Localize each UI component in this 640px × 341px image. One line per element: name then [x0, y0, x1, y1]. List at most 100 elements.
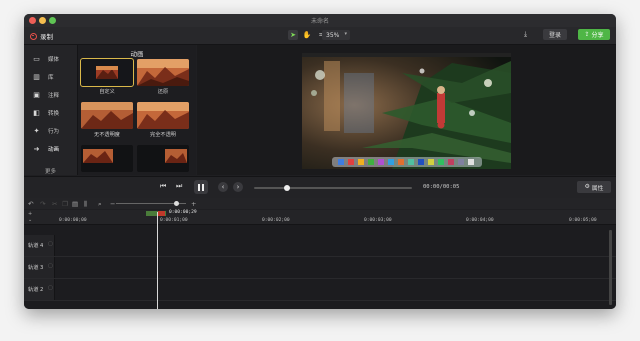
- ruler-tick: 0:00:01;00: [160, 218, 188, 223]
- zoom-in-icon[interactable]: +: [191, 200, 196, 208]
- sidebar-item-animations[interactable]: ➜ 动画: [24, 141, 77, 157]
- thumb-label: 完全不透明: [150, 132, 176, 138]
- paste-icon[interactable]: ▤: [72, 200, 78, 208]
- copy-icon[interactable]: ❐: [62, 200, 68, 208]
- toolbar: 录制 ➤ ✋ ⌗ 35% ▾ ⤓ 登录 ⇪ 分享: [24, 27, 616, 45]
- track-name: 轨道 4: [28, 243, 44, 249]
- pause-button[interactable]: [194, 180, 208, 194]
- zoom-select[interactable]: 35% ▾: [322, 30, 350, 40]
- canvas-tools: ➤ ✋ ⌗: [288, 30, 326, 40]
- annotation-icon: ▣: [33, 90, 40, 99]
- thumb-label: 自定义: [99, 89, 115, 95]
- track-row[interactable]: 轨道 4 ▢: [24, 235, 616, 257]
- canvas-area: [197, 45, 616, 175]
- zoom-search-icon[interactable]: ⌕: [98, 200, 102, 209]
- selection-range-end[interactable]: [158, 211, 165, 216]
- lock-icon[interactable]: ▢: [48, 285, 53, 291]
- next-frame-button[interactable]: ›: [233, 182, 243, 192]
- share-icon: ⇪: [584, 31, 590, 38]
- track-name: 轨道 3: [28, 265, 44, 271]
- download-icon[interactable]: ⤓: [524, 30, 527, 39]
- login-button[interactable]: 登录: [543, 29, 567, 40]
- prev-frame-button[interactable]: ‹: [218, 182, 228, 192]
- mountain-thumbnail: [81, 59, 133, 86]
- transition-icon: ◧: [33, 108, 40, 117]
- behavior-icon: ✦: [33, 126, 40, 135]
- timeline-tracks: 轨道 4 ▢ 轨道 3 ▢ 轨道 2 ▢: [24, 225, 616, 309]
- sidebar-item-behaviors[interactable]: ✦ 行为: [24, 123, 77, 139]
- track-row[interactable]: 轨道 2 ▢: [24, 279, 616, 301]
- sidebar-item-label: 注释: [48, 93, 60, 99]
- ruler-tick: 0:00:03;00: [364, 218, 392, 223]
- timeline-ruler[interactable]: + ⌄ 0:00:00;29 0:00:00;00 0:00:01;00 0:0…: [24, 210, 616, 225]
- title-bar: 未命名: [24, 14, 616, 28]
- sidebar-item-label: 行为: [48, 129, 60, 135]
- more-button[interactable]: 更多: [24, 167, 77, 175]
- sidebar-item-label: 媒体: [48, 57, 60, 63]
- sidebar-item-label: 转换: [48, 111, 60, 117]
- seek-knob[interactable]: [284, 185, 290, 191]
- playhead[interactable]: [157, 212, 158, 309]
- animation-thumb-full-opacity[interactable]: [137, 102, 189, 129]
- pan-hand-icon[interactable]: ✋: [302, 30, 312, 40]
- mountain-thumbnail: [81, 102, 133, 129]
- playback-controls: ⏮ ⏭ ‹ › 00:00/00:05 ⚙ 属性: [24, 176, 616, 199]
- film-icon: ▭: [33, 54, 40, 63]
- track-header: 轨道 4 ▢: [24, 235, 55, 256]
- window-title: 未命名: [310, 18, 329, 25]
- animation-thumb-6[interactable]: [137, 145, 189, 172]
- select-arrow-icon[interactable]: ➤: [288, 30, 298, 40]
- thumb-label: 无不透明度: [94, 132, 120, 138]
- track-header: 轨道 2 ▢: [24, 279, 55, 300]
- animation-thumb-custom[interactable]: [80, 58, 134, 87]
- sidebar-item-library[interactable]: ▥ 库: [24, 69, 77, 85]
- panel-title: 动画: [130, 50, 144, 58]
- video-preview[interactable]: [302, 53, 511, 169]
- animation-icon: ➜: [33, 144, 40, 153]
- animations-panel: 动画 自定义 还原 无不透明度 完全不透明: [78, 45, 248, 175]
- library-icon: ▥: [33, 72, 40, 81]
- split-icon[interactable]: ⫼: [84, 200, 87, 209]
- ruler-tick: 0:00:00;00: [59, 218, 87, 223]
- thumb-label: 还原: [157, 89, 169, 95]
- mountain-thumbnail: [137, 59, 189, 86]
- share-button[interactable]: ⇪ 分享: [578, 29, 610, 40]
- mountain-thumbnail: [137, 145, 189, 172]
- christmas-tree-photo: [302, 53, 511, 169]
- record-button[interactable]: 录制: [30, 31, 53, 41]
- share-label: 分享: [591, 32, 604, 39]
- lock-icon[interactable]: ▢: [48, 263, 53, 269]
- undo-icon[interactable]: ↶: [28, 200, 33, 208]
- mountain-thumbnail: [137, 102, 189, 129]
- sidebar-item-label: 动画: [48, 147, 60, 153]
- sidebar-item-annotations[interactable]: ▣ 注释: [24, 87, 77, 103]
- redo-icon[interactable]: ↷: [40, 200, 45, 208]
- lock-icon[interactable]: ▢: [48, 241, 53, 247]
- step-forward-icon[interactable]: ⏭: [176, 182, 182, 191]
- track-row[interactable]: 轨道 3 ▢: [24, 257, 616, 279]
- pause-icon: [202, 183, 204, 191]
- animation-thumb-no-opacity[interactable]: [81, 102, 133, 129]
- animation-thumb-restore[interactable]: [137, 59, 189, 86]
- playhead-time: 0:00:00;29: [169, 210, 197, 215]
- collapse-icon[interactable]: ⌄: [28, 217, 32, 223]
- seek-bar[interactable]: [254, 187, 412, 189]
- pause-icon: [198, 183, 200, 191]
- timeline-scrollbar[interactable]: [609, 230, 612, 305]
- sidebar-item-label: 库: [48, 75, 54, 81]
- sidebar-item-transitions[interactable]: ◧ 转换: [24, 105, 77, 121]
- timecode: 00:00/00:05: [423, 184, 460, 190]
- mountain-thumbnail: [81, 145, 133, 172]
- zoom-out-icon[interactable]: −: [110, 200, 115, 208]
- cut-icon[interactable]: ✂: [52, 200, 57, 208]
- step-back-icon[interactable]: ⏮: [160, 182, 166, 191]
- ruler-tick: 0:00:04;00: [466, 218, 494, 223]
- app-window: 未命名 录制 ➤ ✋ ⌗ 35% ▾ ⤓ 登录 ⇪ 分享 ▭ 媒体 ▥ 库 ▣ …: [24, 14, 616, 309]
- ruler-tick: 0:00:02;00: [262, 218, 290, 223]
- chevron-down-icon: ▾: [344, 31, 347, 37]
- timeline-zoom-knob[interactable]: [174, 201, 179, 206]
- sidebar-item-media[interactable]: ▭ 媒体: [24, 51, 77, 67]
- properties-button[interactable]: ⚙ 属性: [577, 181, 611, 193]
- record-icon: [30, 32, 37, 40]
- animation-thumb-5[interactable]: [81, 145, 133, 172]
